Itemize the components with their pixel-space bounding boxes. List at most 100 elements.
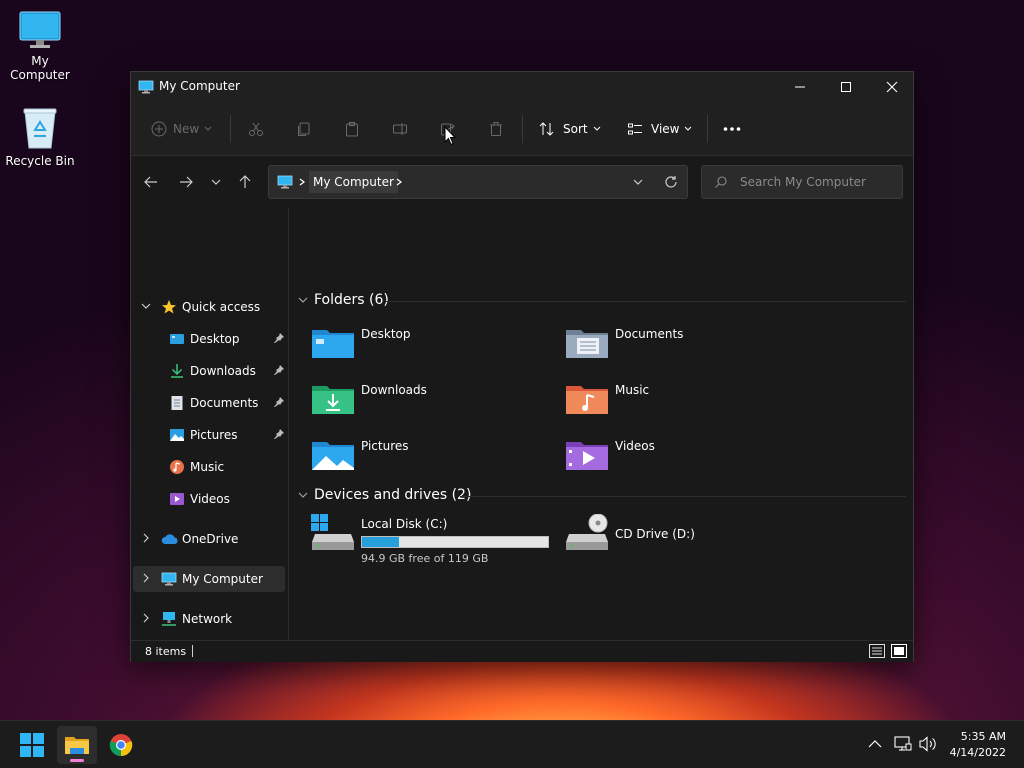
sidebar-item-label: Pictures [190,428,238,442]
toolbar-divider [707,115,708,143]
folder-name: Downloads [361,383,427,397]
close-button[interactable] [869,72,915,102]
desktop-icon-recycle-bin[interactable]: Recycle Bin [0,106,80,168]
tiles-view-icon[interactable] [891,644,907,658]
copy-icon [298,122,310,136]
volume-icon[interactable] [919,736,937,752]
title-bar[interactable]: My Computer [131,72,913,102]
sidebar-item-documents[interactable]: Documents [133,390,285,416]
view-button[interactable]: View [627,115,692,143]
system-clock[interactable]: 5:35 AM 4/14/2022 [950,729,1006,761]
start-button[interactable] [12,726,52,764]
drives-group-header[interactable]: Devices and drives (2) [298,485,471,505]
network-status-icon[interactable] [894,736,912,752]
search-box[interactable] [701,165,903,199]
drive-tile-cd-drive-d[interactable]: CD Drive (D:) [565,514,815,558]
delete-button[interactable] [488,115,504,143]
chevron-right-icon[interactable] [141,613,151,623]
windows-logo-icon [20,733,44,757]
computer-icon [161,572,177,586]
chevron-right-icon[interactable] [141,573,151,583]
sidebar-item-network[interactable]: Network [133,606,285,632]
navigation-bar: My Computer [131,156,913,208]
desktop-icon-my-computer[interactable]: My Computer [0,10,80,82]
music-folder-icon [566,386,608,414]
search-input[interactable] [740,174,895,190]
recent-locations-button[interactable] [206,172,226,192]
monitor-icon [19,11,61,48]
sidebar-item-downloads[interactable]: Downloads [133,358,285,384]
cut-button[interactable] [248,115,264,143]
pin-icon[interactable] [273,428,285,440]
details-view-icon[interactable] [869,644,885,658]
command-bar: New Sort View [131,102,913,156]
folder-tile-videos[interactable]: Videos [565,436,815,480]
rename-button[interactable] [392,115,408,143]
folder-tile-documents[interactable]: Documents [565,324,815,368]
breadcrumb-label: My Computer [313,175,394,189]
music-icon [170,460,184,474]
chevron-up-icon[interactable] [868,739,882,749]
folder-tile-music[interactable]: Music [565,380,815,424]
taskbar-chrome[interactable] [101,726,141,764]
sidebar-item-onedrive[interactable]: OneDrive [133,526,285,552]
videos-folder-icon [566,442,608,470]
window-title: My Computer [159,79,240,93]
sidebar-item-pictures[interactable]: Pictures [133,422,285,448]
sidebar-item-label: My Computer [182,572,263,586]
desktop-folder-icon [170,334,184,344]
chevron-down-icon[interactable] [633,177,643,187]
status-divider [192,645,193,657]
taskbar: 5:35 AM 4/14/2022 [0,720,1024,768]
sort-label: Sort [563,122,588,136]
chevron-right-icon[interactable] [141,533,151,543]
refresh-icon[interactable] [664,175,678,189]
drive-usage-bar [361,536,549,548]
pin-icon[interactable] [273,396,285,408]
arrow-right-icon [180,176,193,188]
close-icon [886,81,898,93]
pin-icon[interactable] [273,332,285,344]
up-button[interactable] [235,172,255,192]
folders-group-header[interactable]: Folders (6) [298,290,389,310]
pin-icon[interactable] [273,364,285,376]
back-button[interactable] [141,172,161,192]
breadcrumb-my-computer[interactable]: My Computer [309,171,398,193]
sidebar-item-music[interactable]: Music [133,454,285,480]
document-icon [171,396,183,410]
sort-button[interactable]: Sort [539,115,601,143]
copy-button[interactable] [296,115,312,143]
chrome-icon [109,734,133,757]
cloud-icon [161,534,178,544]
forward-button[interactable] [176,172,196,192]
more-options-button[interactable] [723,115,741,143]
sidebar-item-quick-access[interactable]: Quick access [133,294,285,320]
chevron-down-icon[interactable] [141,301,151,311]
folder-tile-downloads[interactable]: Downloads [311,380,561,424]
item-count: 8 items [145,645,187,658]
address-bar[interactable]: My Computer [268,165,688,199]
drive-name: CD Drive (D:) [615,527,695,541]
taskbar-file-explorer[interactable] [57,726,97,764]
video-icon [170,493,184,505]
sidebar-item-my-computer[interactable]: My Computer [133,566,285,592]
search-icon [715,176,727,188]
desktop-icon-label: Recycle Bin [5,154,75,168]
downloads-folder-icon [312,386,354,414]
group-divider [386,301,906,302]
sidebar-item-label: Videos [190,492,230,506]
maximize-button[interactable] [823,72,869,102]
new-button[interactable]: New [151,115,212,143]
mouse-cursor-icon [444,126,456,146]
trash-icon [490,122,502,136]
folder-tile-pictures[interactable]: Pictures [311,436,561,480]
minimize-button[interactable] [777,72,823,102]
sidebar-item-videos[interactable]: Videos [133,486,285,512]
hard-drive-icon [311,514,354,550]
folder-tile-desktop[interactable]: Desktop [311,324,561,368]
active-app-indicator [70,759,84,762]
drive-tile-local-disk-c[interactable]: Local Disk (C:) 94.9 GB free of 119 GB [311,514,561,565]
paste-button[interactable] [344,115,360,143]
drive-free-space: 94.9 GB free of 119 GB [361,552,489,565]
sidebar-item-desktop[interactable]: Desktop [133,326,285,352]
